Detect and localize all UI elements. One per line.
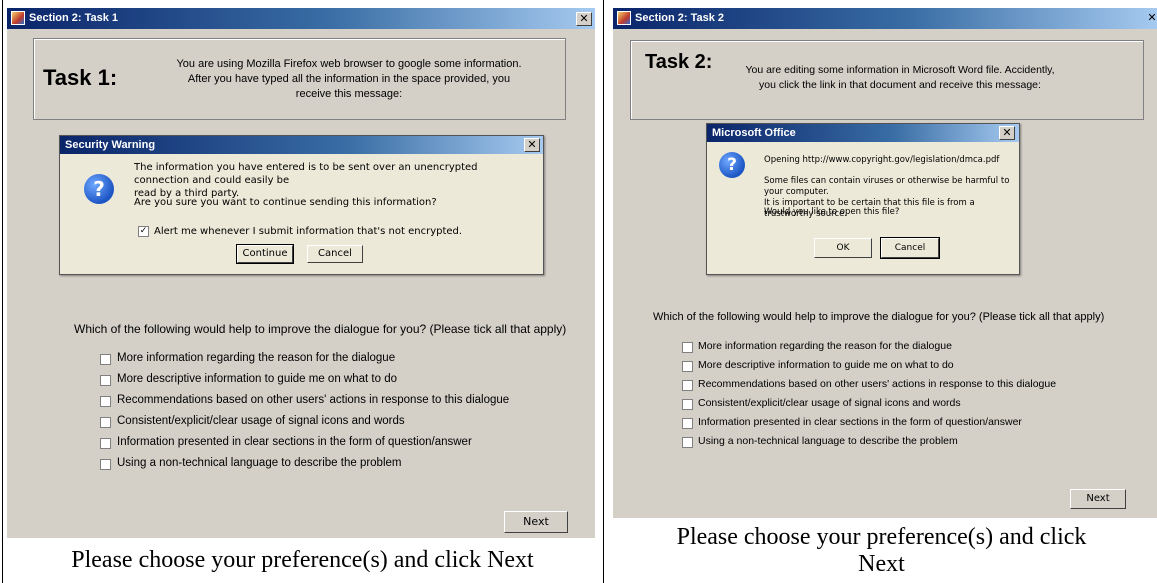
task2-window: Section 2: Task 2 Task 2: You are editin…: [613, 8, 1157, 518]
option-label: Consistent/explicit/clear usage of signa…: [117, 415, 405, 427]
task1-line: You are using Mozilla Firefox web browse…: [176, 58, 522, 70]
task2-window-title: Section 2: Task 2: [635, 12, 725, 24]
option-checkbox[interactable]: [682, 418, 693, 429]
continue-button[interactable]: Continue: [236, 244, 294, 264]
dialog-message-line: The information you have entered is to b…: [134, 162, 478, 186]
encryption-alert-label: Alert me whenever I submit information t…: [154, 226, 463, 237]
dialog-opening-text: Opening http://www.copyright.gov/legisla…: [764, 155, 1000, 165]
dialog-title: Security Warning: [65, 139, 156, 151]
improvement-question: Which of the following would help to imp…: [653, 311, 1105, 323]
middle-cell-border: [603, 0, 604, 583]
option-checkbox[interactable]: [100, 396, 111, 407]
dialog-question: Are you sure you want to continue sendin…: [134, 197, 437, 208]
option-checkbox[interactable]: [682, 380, 693, 391]
question-icon: ?: [719, 152, 745, 178]
task1-titlebar: Section 2: Task 1: [7, 8, 595, 29]
task1-window: Section 2: Task 1 ✕ Task 1: You are usin…: [7, 8, 595, 538]
task2-caption: Please choose your preference(s) and cli…: [606, 524, 1157, 578]
question-icon: ?: [84, 174, 114, 204]
left-cell-border: [2, 0, 3, 583]
task1-line: After you have typed all the information…: [187, 73, 511, 85]
cancel-button[interactable]: Cancel: [880, 237, 940, 259]
option-checkbox[interactable]: [682, 361, 693, 372]
dialog-titlebar: Microsoft Office: [707, 124, 1019, 142]
option-checkbox[interactable]: [682, 437, 693, 448]
close-icon[interactable]: ✕: [524, 138, 540, 152]
option-label: More information regarding the reason fo…: [117, 352, 396, 364]
next-button[interactable]: Next: [504, 511, 568, 533]
task1-description: You are using Mozilla Firefox web browse…: [149, 57, 549, 102]
option-label: Consistent/explicit/clear usage of signa…: [698, 397, 961, 409]
option-checkbox[interactable]: [682, 342, 693, 353]
dialog-title: Microsoft Office: [712, 127, 796, 139]
task2-description: You are editing some information in Micr…: [735, 63, 1065, 93]
task2-caption-line: Next: [858, 551, 905, 577]
improvement-question: Which of the following would help to imp…: [74, 322, 567, 336]
option-checkbox[interactable]: [100, 375, 111, 386]
ok-button[interactable]: OK: [814, 238, 872, 258]
task2-description-box: Task 2: You are editing some information…: [630, 40, 1144, 120]
app-icon: [11, 11, 25, 25]
task1-description-box: Task 1: You are using Mozilla Firefox we…: [33, 38, 566, 120]
dialog-message-line: Some files can contain viruses or otherw…: [764, 176, 1010, 197]
cancel-button[interactable]: Cancel: [307, 245, 363, 263]
option-checkbox[interactable]: [100, 417, 111, 428]
task2-line: You are editing some information in Micr…: [745, 64, 1055, 76]
security-warning-dialog: Security Warning ✕ ? The information you…: [59, 135, 544, 275]
encryption-alert-checkbox[interactable]: ✓: [138, 226, 149, 237]
task2-titlebar: Section 2: Task 2: [613, 8, 1157, 29]
app-icon: [617, 11, 631, 25]
task1-caption: Please choose your preference(s) and cli…: [71, 547, 534, 573]
task2-caption-line: Please choose your preference(s) and cli…: [676, 524, 1087, 550]
dialog-message: The information you have entered is to b…: [134, 161, 534, 200]
option-checkbox[interactable]: [100, 459, 111, 470]
task2-title: Task 2:: [645, 51, 713, 73]
next-button[interactable]: Next: [1070, 489, 1126, 509]
microsoft-office-dialog: Microsoft Office ✕ ? Opening http://www.…: [706, 123, 1020, 275]
option-label: Recommendations based on other users' ac…: [117, 394, 510, 406]
option-checkbox[interactable]: [100, 438, 111, 449]
task1-line: receive this message:: [295, 88, 403, 100]
option-label: More descriptive information to guide me…: [117, 373, 397, 385]
option-checkbox[interactable]: [100, 354, 111, 365]
task1-window-title: Section 2: Task 1: [29, 12, 119, 24]
close-icon[interactable]: ✕: [1147, 12, 1157, 26]
option-checkbox[interactable]: [682, 399, 693, 410]
option-label: More information regarding the reason fo…: [698, 340, 952, 352]
option-label: Information presented in clear sections …: [698, 416, 1022, 428]
close-icon[interactable]: ✕: [576, 12, 592, 26]
option-label: Information presented in clear sections …: [117, 436, 472, 448]
dialog-question: Would you like to open this file?: [764, 207, 900, 217]
option-label: Recommendations based on other users' ac…: [698, 378, 1057, 390]
option-label: Using a non-technical language to descri…: [117, 457, 402, 469]
task2-line: you click the link in that document and …: [759, 79, 1041, 91]
option-label: Using a non-technical language to descri…: [698, 435, 958, 447]
close-icon[interactable]: ✕: [999, 126, 1015, 140]
option-label: More descriptive information to guide me…: [698, 359, 954, 371]
task1-title: Task 1:: [43, 65, 118, 90]
dialog-titlebar: Security Warning: [60, 136, 543, 154]
